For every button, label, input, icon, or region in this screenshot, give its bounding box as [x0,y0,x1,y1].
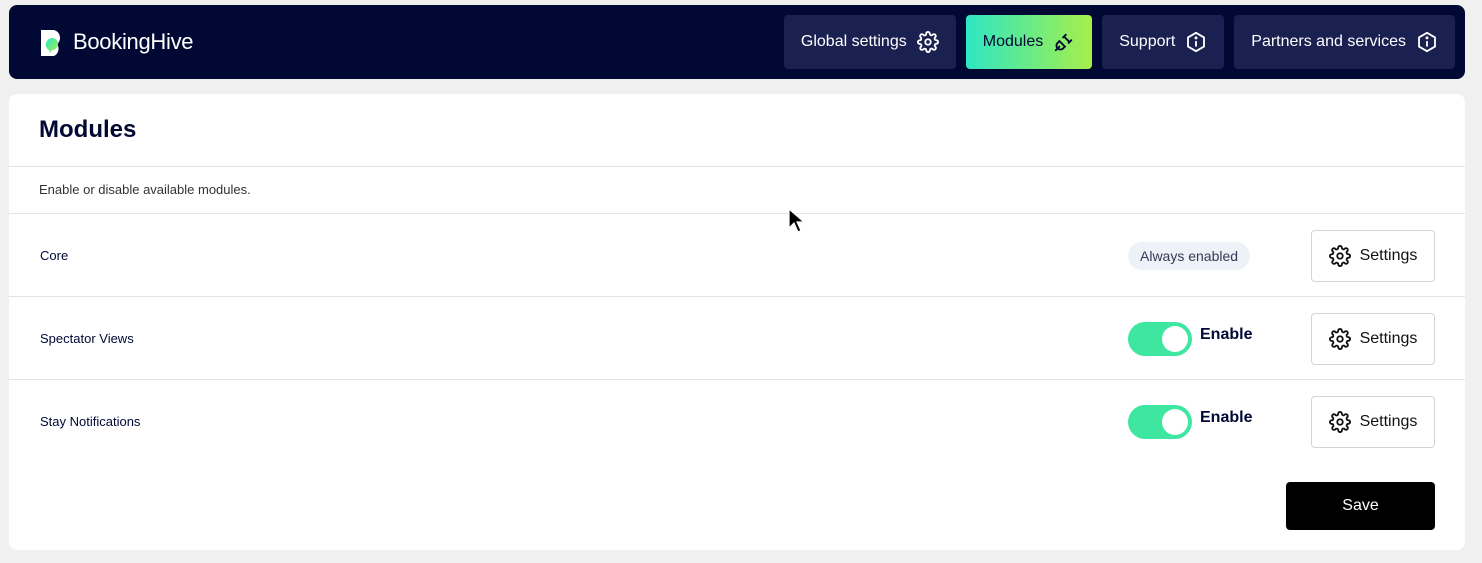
core-settings-button[interactable]: Settings [1311,229,1435,282]
info-icon [1418,31,1436,53]
status-badge: Always enabled [1128,241,1251,270]
nav-partners-and-services[interactable]: Partners and services [1234,15,1455,69]
top-navbar: BookingHive Global settings Modules Supp… [9,5,1465,79]
gear-icon [916,31,939,53]
module-row-stay-notifications: Stay Notifications Enable Settings [9,380,1465,463]
stay-notifications-settings-button[interactable]: Settings [1311,395,1435,448]
nav-label: Partners and services [1251,33,1406,50]
gear-icon [1328,244,1351,267]
module-name: Spectator Views [40,331,134,346]
settings-label: Settings [1359,412,1418,430]
gear-icon [1328,410,1351,433]
stay-notifications-toggle[interactable] [1128,404,1192,439]
module-name: Core [40,248,69,263]
spectator-views-toggle[interactable] [1128,321,1192,356]
gear-icon [1328,327,1351,350]
page-description: Enable or disable available modules. [39,182,251,197]
settings-label: Settings [1359,246,1418,264]
module-row-spectator-views: Spectator Views Enable Settings [9,297,1465,380]
nav-label: Modules [982,33,1044,50]
plug-icon [1055,33,1073,52]
spectator-views-settings-button[interactable]: Settings [1311,312,1435,365]
toggle-knob [1162,325,1188,352]
toggle-label: Enable [1200,409,1253,426]
page-title: Modules [39,116,137,143]
module-name: Stay Notifications [40,414,141,429]
toggle-label: Enable [1200,326,1253,343]
info-icon [1187,31,1206,53]
main-nav: Global settings Modules Support Partners… [783,15,1455,69]
divider [9,166,1465,167]
modules-card: Modules Enable or disable available modu… [9,94,1465,550]
nav-modules[interactable]: Modules [965,15,1093,69]
mouse-cursor-icon [788,208,806,233]
brand-name: BookingHive [73,29,194,54]
brand-logo[interactable]: BookingHive [39,27,194,57]
save-button[interactable]: Save [1286,482,1435,530]
nav-label: Support [1119,33,1176,50]
nav-label: Global settings [800,33,907,50]
nav-global-settings[interactable]: Global settings [783,15,956,69]
module-row-core: Core Always enabled Settings [9,214,1465,297]
toggle-knob [1162,408,1188,435]
nav-support[interactable]: Support [1102,15,1225,69]
settings-label: Settings [1359,329,1418,347]
bookinghive-logo-icon [41,30,61,56]
